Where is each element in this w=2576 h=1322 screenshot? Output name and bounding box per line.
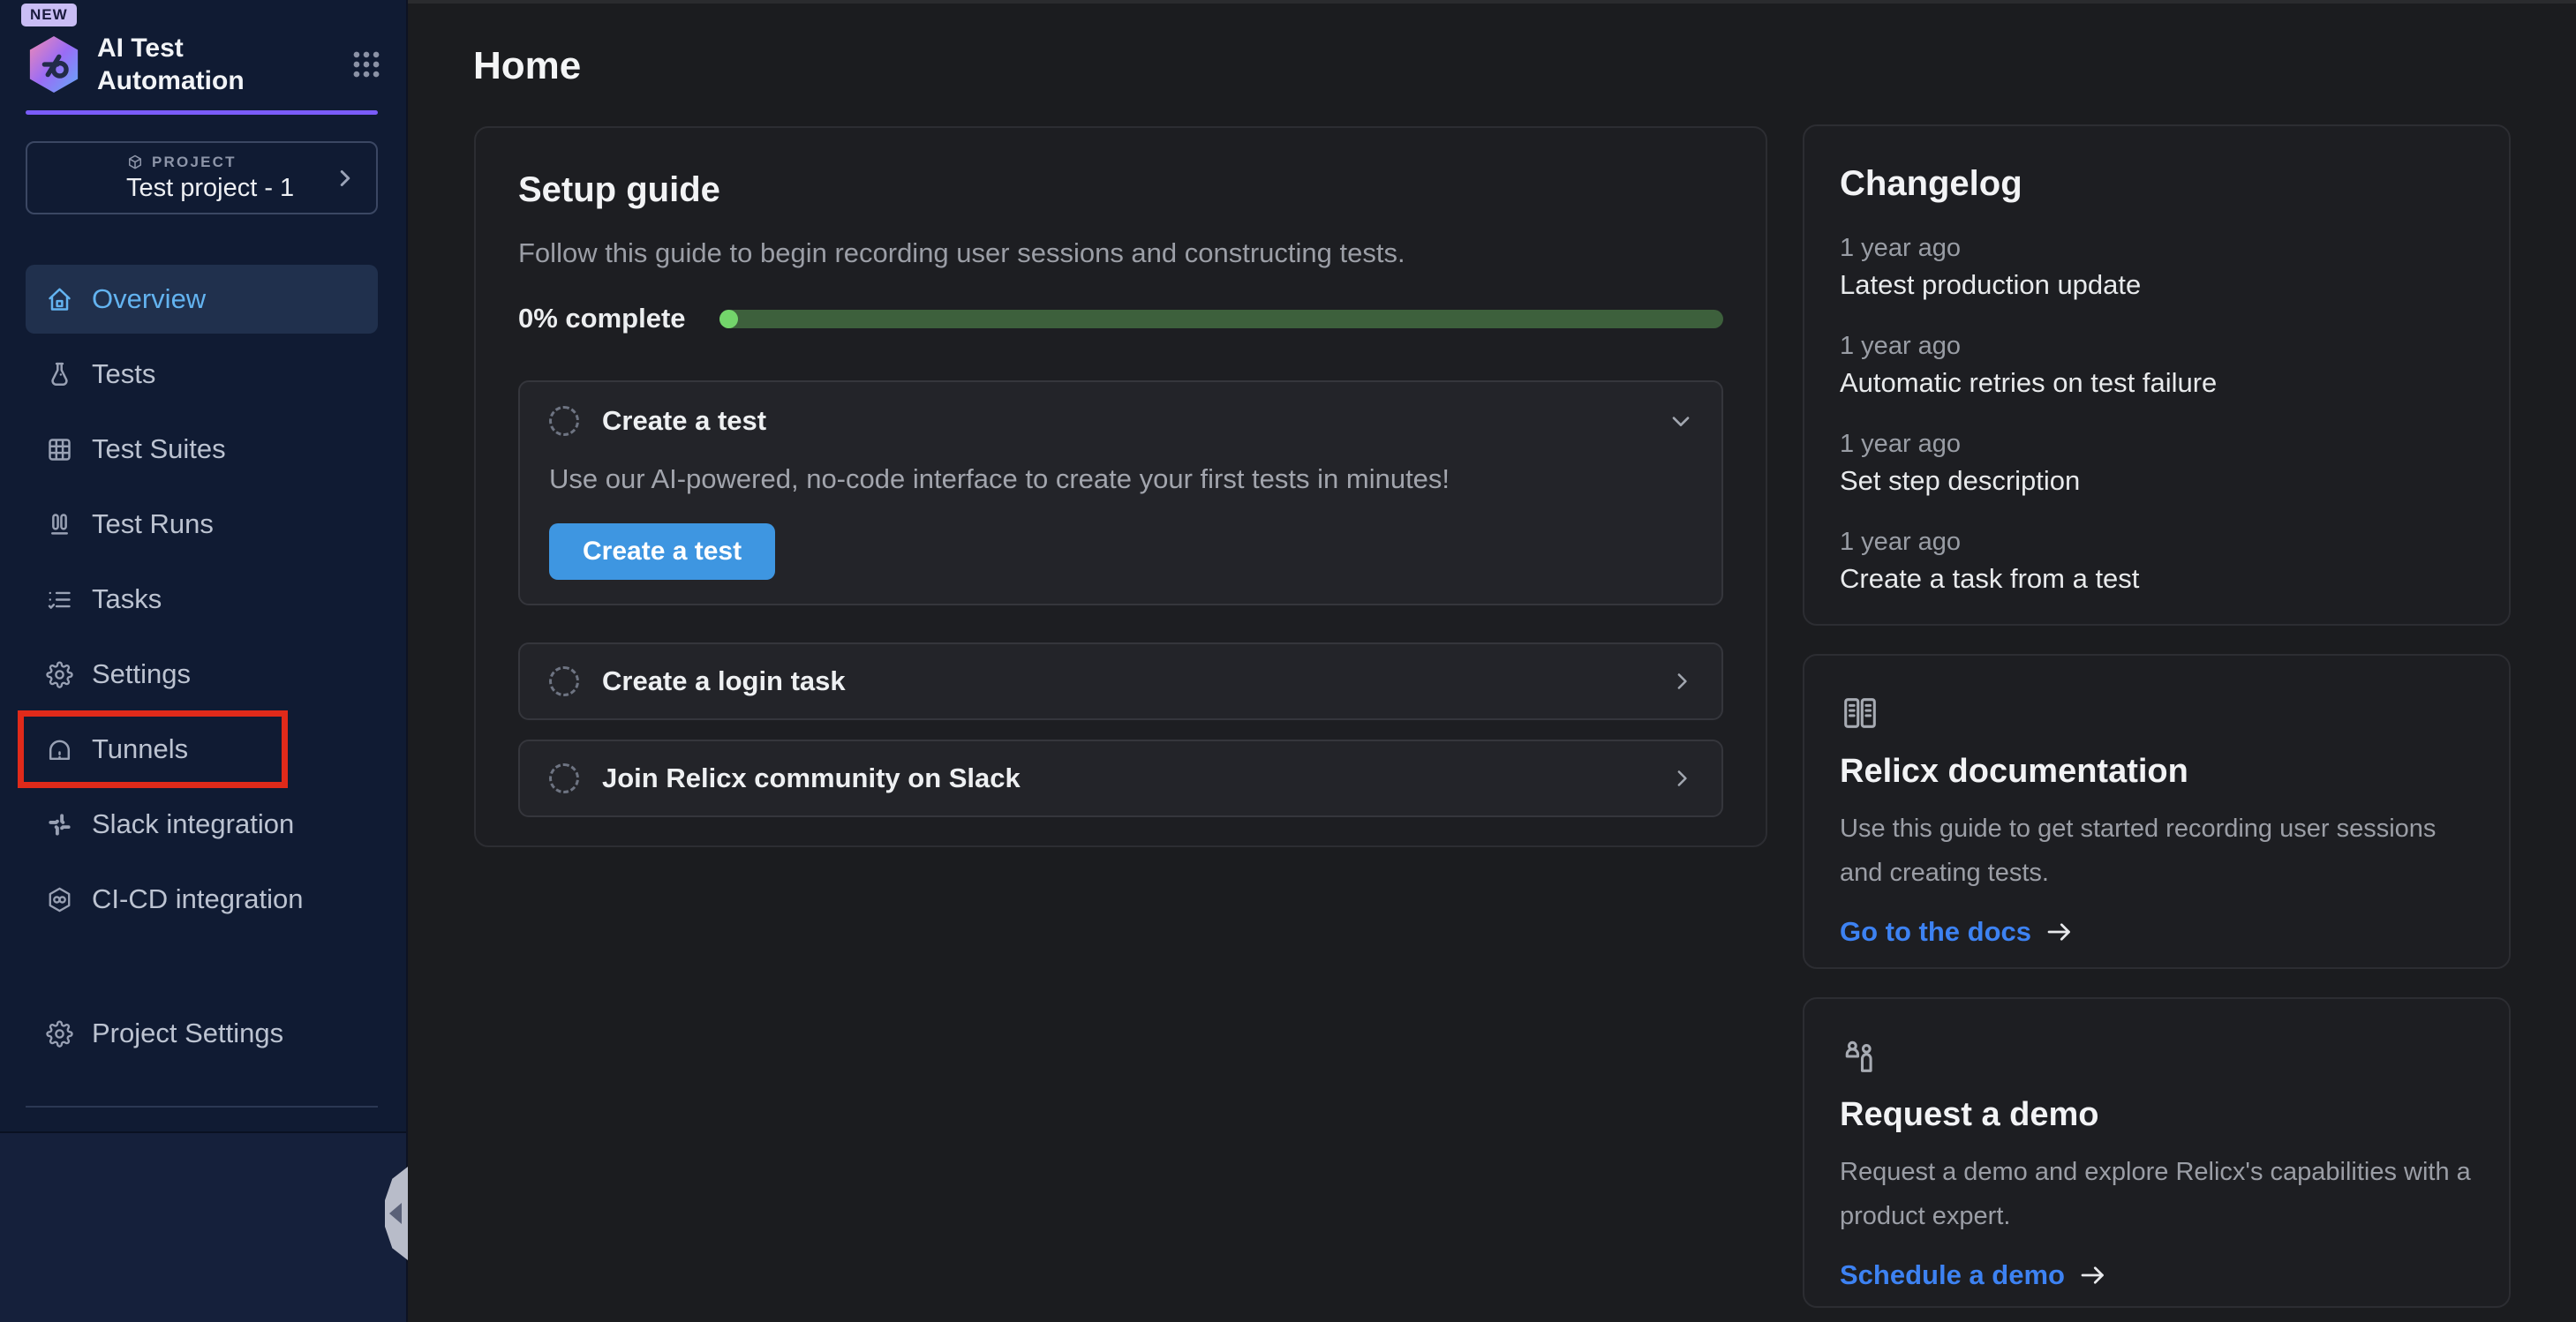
tunnel-icon (45, 735, 74, 764)
sidebar-item-label: Tasks (92, 583, 162, 615)
step-title: Join Relicx community on Slack (602, 762, 1021, 794)
incomplete-step-icon (549, 763, 579, 793)
setup-guide-card: Setup guide Follow this guide to begin r… (474, 126, 1767, 847)
step-title: Create a test (602, 405, 766, 437)
sidebar-item-project-settings[interactable]: Project Settings (26, 999, 378, 1068)
request-demo-card: Request a demo Request a demo and explor… (1803, 997, 2511, 1308)
sidebar-item-settings[interactable]: Settings (26, 640, 378, 709)
progress-bar (719, 310, 1723, 328)
request-demo-title: Request a demo (1840, 1096, 2474, 1134)
changelog-title: Changelog (1840, 163, 2474, 204)
project-label: PROJECT (152, 154, 237, 171)
documentation-card: Relicx documentation Use this guide to g… (1803, 654, 2511, 969)
incomplete-step-icon (549, 666, 579, 696)
test-runs-icon (45, 510, 74, 539)
app-screen: NEW AI Test Automation (0, 0, 2576, 1322)
apps-grid-icon[interactable] (350, 48, 383, 81)
sidebar-divider (26, 1106, 378, 1108)
project-selector[interactable]: PROJECT Test project - 1 (26, 141, 378, 214)
gear-icon (45, 660, 74, 689)
sidebar-item-label: Tunnels (92, 733, 188, 765)
app-logo-icon (26, 34, 81, 94)
sidebar-item-test-suites[interactable]: Test Suites (26, 415, 378, 484)
sidebar-item-tunnels[interactable]: Tunnels (26, 715, 378, 784)
cicd-icon (45, 885, 74, 914)
sidebar-item-label: Test Suites (92, 433, 226, 465)
sidebar-item-overview[interactable]: Overview (26, 265, 378, 334)
arrow-right-icon (2077, 1259, 2109, 1291)
sidebar-item-label: Settings (92, 658, 191, 690)
new-badge: NEW (21, 4, 77, 26)
setup-guide-description: Follow this guide to begin recording use… (518, 236, 1723, 271)
setup-step-header[interactable]: Create a test (549, 405, 1695, 437)
sidebar-item-cicd-integration[interactable]: CI-CD integration (26, 865, 378, 934)
brand-divider (26, 110, 378, 115)
create-test-button[interactable]: Create a test (549, 523, 775, 580)
changelog-entry-title: Create a task from a test (1840, 562, 2474, 596)
changelog-entry[interactable]: 1 year ago Automatic retries on test fai… (1840, 332, 2474, 400)
link-label: Go to the docs (1840, 916, 2031, 948)
grid-icon (45, 435, 74, 464)
sidebar: NEW AI Test Automation (0, 0, 408, 1322)
chevron-down-icon (1667, 407, 1695, 435)
sidebar-item-slack-integration[interactable]: Slack integration (26, 790, 378, 859)
chevron-right-icon (1668, 765, 1695, 792)
columns-icon (1840, 693, 2474, 733)
sidebar-item-label: Tests (92, 358, 155, 390)
sidebar-item-label: Slack integration (92, 808, 294, 840)
app-logo-row: AI Test Automation (26, 32, 383, 97)
project-name: Test project - 1 (126, 174, 294, 203)
step-title: Create a login task (602, 665, 846, 697)
people-icon (1840, 1036, 2474, 1077)
home-icon (45, 285, 74, 314)
chevron-right-icon (332, 165, 358, 192)
incomplete-step-icon (549, 406, 579, 436)
setup-step-create-login-task[interactable]: Create a login task (518, 642, 1723, 720)
step-description: Use our AI-powered, no-code interface to… (549, 463, 1695, 495)
changelog-entry-title: Set step description (1840, 464, 2474, 498)
changelog-card: Changelog 1 year ago Latest production u… (1803, 124, 2511, 626)
page-title: Home (473, 44, 581, 88)
setup-step-create-test: Create a test Use our AI-powered, no-cod… (518, 380, 1723, 605)
setup-step-join-slack[interactable]: Join Relicx community on Slack (518, 740, 1723, 817)
sidebar-nav: Overview Tests Test Suites (26, 265, 378, 940)
changelog-time: 1 year ago (1840, 528, 2474, 556)
changelog-entry[interactable]: 1 year ago Set step description (1840, 430, 2474, 498)
sidebar-secondary-nav: Project Settings (26, 999, 378, 1074)
link-label: Schedule a demo (1840, 1259, 2065, 1291)
changelog-time: 1 year ago (1840, 234, 2474, 262)
sidebar-item-label: Test Runs (92, 508, 214, 540)
changelog-time: 1 year ago (1840, 332, 2474, 360)
progress-label: 0% complete (518, 303, 686, 334)
sidebar-item-label: CI-CD integration (92, 883, 303, 915)
request-demo-description: Request a demo and explore Relicx's capa… (1840, 1150, 2474, 1238)
documentation-description: Use this guide to get started recording … (1840, 807, 2474, 895)
slack-icon (45, 810, 74, 839)
go-to-docs-link[interactable]: Go to the docs (1840, 916, 2075, 948)
chevron-right-icon (1668, 668, 1695, 695)
setup-progress: 0% complete (518, 303, 1723, 334)
changelog-time: 1 year ago (1840, 430, 2474, 458)
sidebar-bottom-bar: ? Help AU admin user (0, 1131, 406, 1322)
tasks-icon (45, 585, 74, 614)
sidebar-item-label: Overview (92, 283, 206, 315)
arrow-right-icon (2044, 916, 2075, 948)
sidebar-item-tasks[interactable]: Tasks (26, 565, 378, 634)
gear-icon (45, 1019, 74, 1048)
sidebar-item-label: Project Settings (92, 1018, 283, 1049)
changelog-entry-title: Automatic retries on test failure (1840, 366, 2474, 400)
sidebar-item-tests[interactable]: Tests (26, 340, 378, 409)
changelog-entry-title: Latest production update (1840, 268, 2474, 302)
collapse-arrow-icon (389, 1203, 402, 1224)
changelog-entry[interactable]: 1 year ago Create a task from a test (1840, 528, 2474, 596)
setup-guide-title: Setup guide (518, 169, 1723, 211)
documentation-title: Relicx documentation (1840, 753, 2474, 791)
progress-indicator-dot (719, 310, 738, 328)
box-icon (126, 154, 144, 171)
flask-icon (45, 360, 74, 389)
changelog-entry[interactable]: 1 year ago Latest production update (1840, 234, 2474, 302)
app-title: AI Test Automation (97, 32, 278, 97)
schedule-demo-link[interactable]: Schedule a demo (1840, 1259, 2109, 1291)
sidebar-item-test-runs[interactable]: Test Runs (26, 490, 378, 559)
